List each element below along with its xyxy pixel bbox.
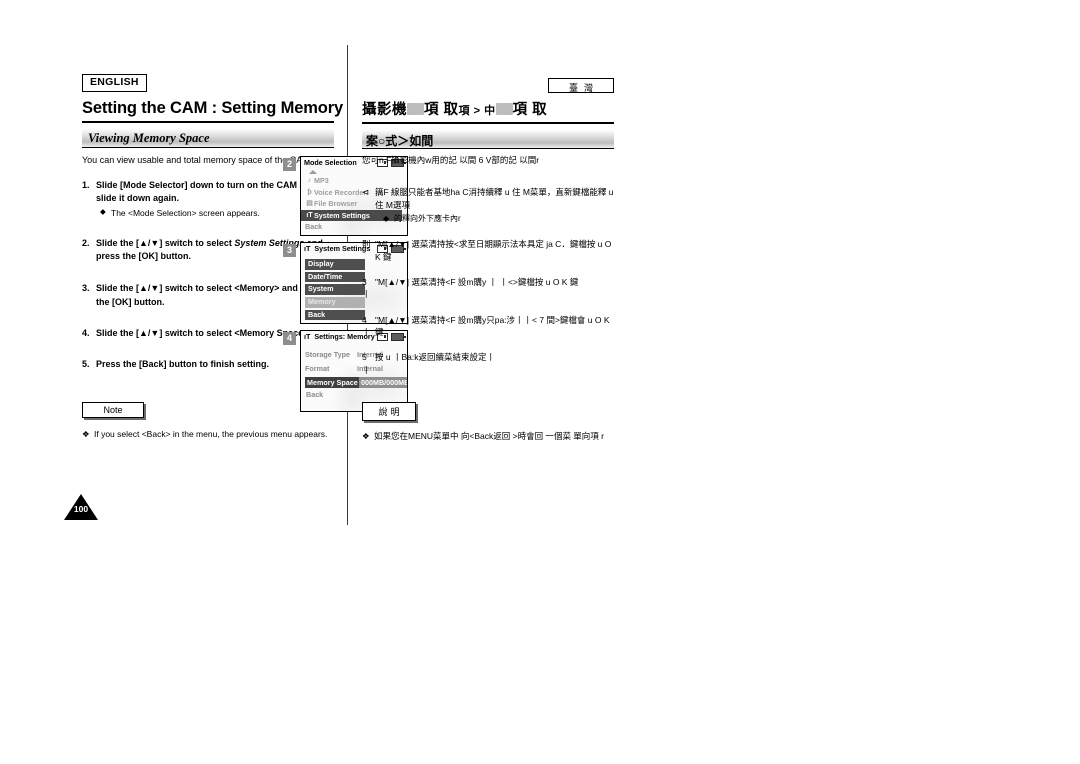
file-icon: ▤ <box>306 200 313 208</box>
step-badge: 4 <box>283 332 296 345</box>
step-bullet-text: The <Mode Selection> screen appears. <box>111 208 260 219</box>
manual-page: ENGLISH Setting the CAM : Setting Memory… <box>0 0 1080 764</box>
settings-item-date-time[interactable]: Date/Time <box>305 271 365 283</box>
redacted-block-icon <box>495 103 513 115</box>
step-number-cn: 4丨 <box>362 314 371 338</box>
microphone-icon: ƥ <box>307 188 312 196</box>
page-number: 100 <box>73 504 89 514</box>
memory-row-back[interactable]: Back <box>305 390 407 399</box>
step-text-cn: "M[▲/▼] 選菜清持按<求至日期顯示法本具定 ja C．鍵檔按 u O K … <box>375 239 612 262</box>
note-bullet-icon: ❖ <box>82 429 90 439</box>
section-intro-cn: 您可n F攝影機內w用的記 以間 6 V部的記 以間r <box>362 155 540 166</box>
row-label: Memory Space <box>305 376 359 388</box>
memory-row-memory-space[interactable]: Memory Space 000MB/000MB <box>305 376 407 388</box>
redacted-block-icon <box>407 103 424 115</box>
step-item-cn: 4丨 "M[▲/▼] 選菜清持<F 設m購y只pa:涉丨丨< 7 間>鍵檔會 u… <box>362 314 614 339</box>
title-part-1: 攝影機 <box>362 102 407 118</box>
step-item-cn: ⊲ 簼F 線腦只能者基地ha C消持續釋 u 住 M菜單，直新鍵檔能釋 u 住 … <box>362 186 614 224</box>
lcd-title-text: Mode Selection <box>304 158 357 167</box>
step-number: 2. <box>82 238 90 249</box>
note-body-cn: ❖ 如果您在MENU菜單中 向<Back返回 >時會回 一個菜 單向項 r <box>362 431 614 443</box>
row-label: Format <box>305 363 330 373</box>
step-number: 5. <box>82 358 90 369</box>
step-text-cn: "M[▲/▼] 選菜清持<F 設m購y 丨 丨<>鍵檔按 u O K 鍵 <box>375 277 579 288</box>
step-item-cn: 3丨 "M[▲/▼] 選菜清持<F 設m購y 丨 丨<>鍵檔按 u O K 鍵 <box>362 276 614 301</box>
music-note-icon: ♪ <box>307 177 312 185</box>
menu-item-label: Back <box>305 222 323 232</box>
step-list-cn: ⊲ 簼F 線腦只能者基地ha C消持續釋 u 住 M菜單，直新鍵檔能釋 u 住 … <box>362 186 614 376</box>
settings-item-back[interactable]: Back <box>305 309 365 321</box>
step-text-cn: 簼F 線腦只能者基地ha C消持續釋 u 住 M菜單，直新鍵檔能釋 u 住 M選… <box>375 186 614 224</box>
note-tab-label-cn: 說明 <box>362 402 416 421</box>
section-subheader-label: Viewing Memory Space <box>88 130 210 145</box>
step-text-main: Slide the [▲/▼] switch to select <box>96 238 235 249</box>
note-text: If you select <Back> in the menu, the pr… <box>94 429 328 439</box>
settings-item-system[interactable]: System <box>305 284 365 295</box>
menu-item-label: Voice Recorder <box>314 187 367 197</box>
section-subheader-label-cn: 案○式＞如間 <box>366 134 434 149</box>
step-bullet-cn: ◆ 的釋向外下應卡內r <box>375 213 614 225</box>
note-bullet-icon: ❖ <box>362 431 370 441</box>
page-title: Setting the CAM : Setting Memory <box>82 98 344 117</box>
step-number-cn: ⊲ <box>362 187 370 198</box>
step-number-cn: 5丨 <box>362 352 371 375</box>
scroll-up-arrow-icon[interactable] <box>309 170 317 174</box>
settings-item-memory[interactable]: Memory <box>305 297 365 308</box>
diamond-bullet-icon: ◆ <box>383 213 390 223</box>
row-label: Storage Type <box>305 349 350 359</box>
settings-item-display[interactable]: Display <box>305 259 365 270</box>
step-item-cn: 5丨 按 u 丨Ba:k返回續菜結束設定丨 <box>362 351 614 376</box>
note-text-cn: 如果您在MENU菜單中 向<Back返回 >時會回 一個菜 單向項 r <box>374 431 604 441</box>
settings-icon: ıT <box>304 244 311 253</box>
step-item-cn: 則 "M[▲/▼] 選菜清持按<求至日期顯示法本具定 ja C．鍵檔按 u O … <box>362 238 614 263</box>
title-part-4: 項 取 <box>512 102 548 118</box>
right-column: 臺灣 攝影機項 取項 > 中項 取 案○式＞如間 您可n F攝影機內w用的記 以… <box>362 72 614 376</box>
page-title-cn: 攝影機項 取項 > 中項 取 <box>362 98 614 119</box>
section-subheader-cn: 案○式＞如間 <box>362 130 614 150</box>
section-subheader: Viewing Memory Space <box>82 128 334 148</box>
step-text-cn: "M[▲/▼] 選菜清持<F 設m購y只pa:涉丨丨< 7 間>鍵檔會 u O … <box>375 314 610 338</box>
step-text-main-cn: 簼F 線腦只能者基地ha C消持續釋 u 住 M菜單，直新鍵檔能釋 u 住 M選… <box>375 187 614 210</box>
step-badge: 3 <box>283 244 296 257</box>
title-rule-cn <box>362 122 614 125</box>
settings-icon: ıT <box>306 211 313 219</box>
row-value: 000MB/000MB <box>359 376 407 388</box>
title-part-2: 項 取 <box>424 102 459 118</box>
step-number-cn: 則 <box>362 239 371 250</box>
step-number: 4. <box>82 327 90 338</box>
step-text-cn: 按 u 丨Ba:k返回續菜結束設定丨 <box>375 352 495 363</box>
note-block-cn: 說明 ❖ 如果您在MENU菜單中 向<Back返回 >時會回 一個菜 單向項 r <box>362 402 614 443</box>
settings-icon: ıT <box>304 332 311 341</box>
step-bullet-text-cn: 的釋向外下應卡內r <box>394 213 461 223</box>
step-number-cn: 3丨 <box>362 277 371 300</box>
menu-item-label: File Browser <box>314 199 358 209</box>
title-rule <box>82 120 334 123</box>
note-body: ❖ If you select <Back> in the menu, the … <box>82 429 348 440</box>
step-number: 1. <box>82 179 90 190</box>
region-badge: 臺灣 <box>548 78 614 93</box>
menu-item-label: MP3 <box>314 176 329 186</box>
language-badge: ENGLISH <box>82 74 147 92</box>
step-number: 3. <box>82 283 90 294</box>
note-tab-label: Note <box>82 402 144 418</box>
title-part-3: 項 > 中 <box>458 105 496 117</box>
step-badge: 2 <box>283 158 296 171</box>
diamond-bullet-icon: ◆ <box>100 207 106 217</box>
